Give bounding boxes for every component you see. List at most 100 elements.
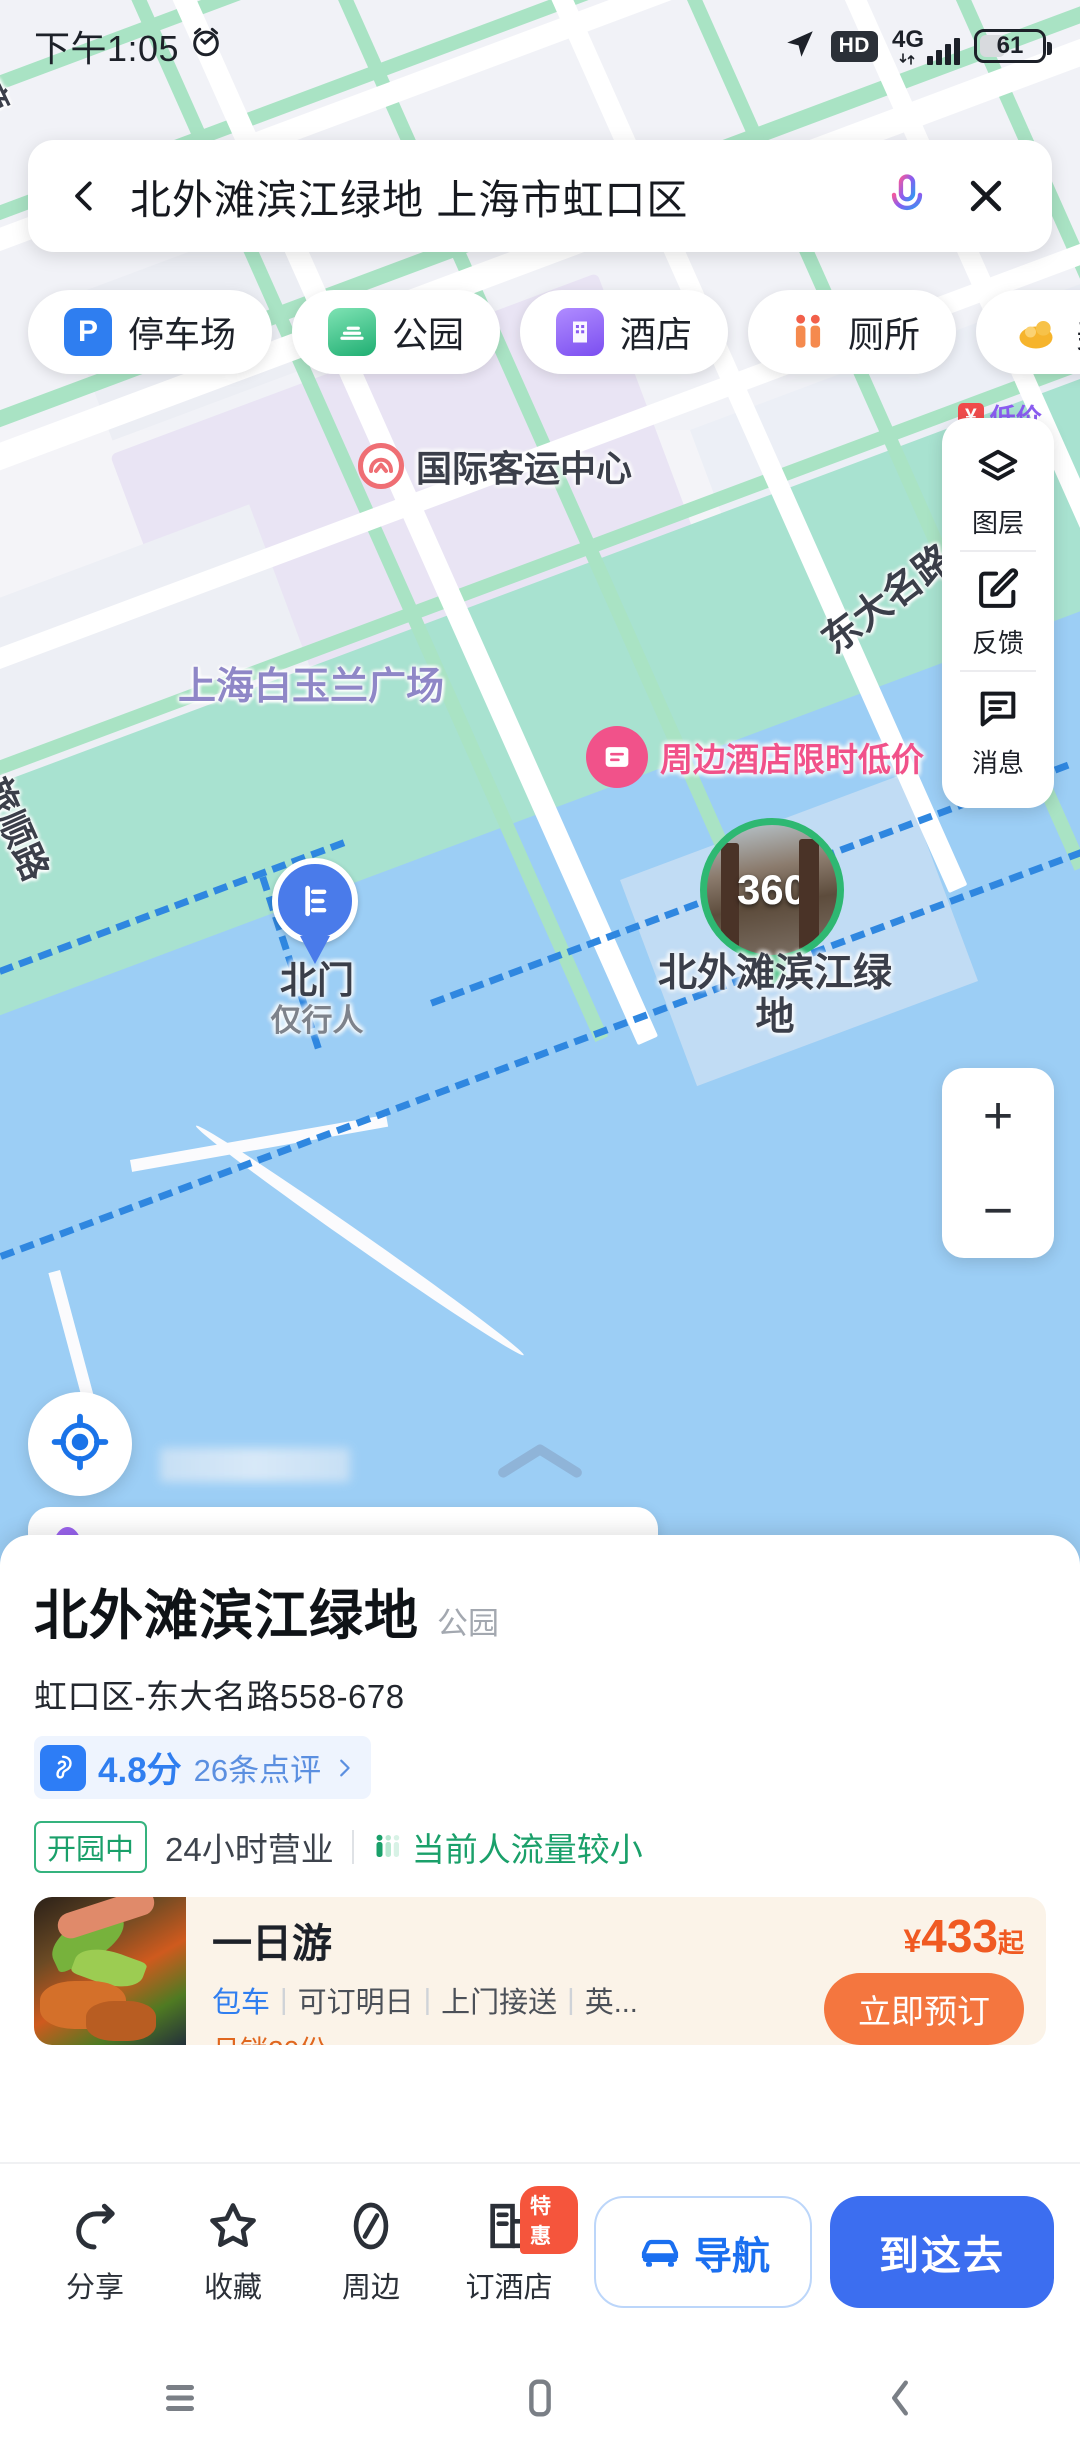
map-marker-hotel-promo[interactable]: 周边酒店限时低价 [586,726,924,788]
back-button[interactable] [62,177,108,215]
tour-tag: 上门接送 [441,1987,558,2019]
locate-icon [51,1413,109,1476]
chip-parking[interactable]: P 停车场 [28,290,273,374]
alarm-icon [189,25,223,68]
divider [351,1830,354,1864]
currency-symbol: ¥ [903,1923,922,1959]
close-icon[interactable] [954,174,1018,218]
map-label-main-place: 北外滩滨江绿地 [657,952,892,1039]
metro-icon [358,443,404,489]
home-icon[interactable] [517,2375,563,2426]
status-bar: 下午1:05 HD 4G 61 [0,0,1080,92]
hd-badge: HD [830,30,878,62]
map-label-building: 上海白玉兰广场 [178,666,445,708]
map-label-metro: 国际客运中心 [416,448,633,489]
car-icon [641,2239,679,2267]
status-time: 下午1:05 [34,28,180,69]
gate-note: 仅行人 [270,1002,364,1038]
action-label: 分享 [65,2272,124,2304]
message-icon [975,686,1021,737]
zoom-in-button[interactable]: + [983,1090,1013,1142]
chip-label: 酒店 [620,314,693,355]
tool-label: 反馈 [971,628,1024,658]
tour-tag: 可订明日 [297,1987,414,2019]
place-title-row: 北外滩滨江绿地 公园 [34,1571,1046,1650]
tour-product-card[interactable]: 一日游 包车| 可订明日| 上门接送| 英... 月销20份 ¥433起 立即预… [34,1897,1046,2045]
price-suffix: 起 [997,1928,1024,1958]
chevron-up-icon [498,1444,582,1478]
price-value: 433 [921,1910,998,1962]
locate-button[interactable] [28,1392,132,1496]
rating-row[interactable]: 4.8分 26条点评 [34,1736,372,1799]
layers-icon [975,446,1021,497]
tool-feedback[interactable]: 反馈 [942,552,1054,670]
tour-thumbnail [34,1897,186,2045]
chip-label: 停车场 [128,314,237,355]
status-badge: 开园中 [34,1821,148,1873]
network-indicator: 4G [891,25,960,65]
go-here-button[interactable]: 到这去 [830,2196,1054,2308]
tool-message[interactable]: 消息 [942,672,1054,790]
crowd-label: 当前人流量较小 [411,1831,643,1868]
map-marker-metro[interactable]: 国际客运中心 [358,440,632,492]
dianping-icon [40,1744,86,1791]
sheet-collapse-handle[interactable] [0,1438,1080,1484]
share-icon [76,2203,115,2250]
map-marker-north-gate[interactable] [272,858,358,964]
edit-feedback-icon [975,566,1021,617]
chip-park[interactable]: 公园 [292,290,501,374]
search-bar[interactable]: 北外滩滨江绿地 上海市虹口区 [28,140,1052,252]
microphone-icon[interactable] [878,167,936,225]
action-favorite[interactable]: 收藏 [164,2198,302,2306]
tool-layers[interactable]: 图层 [942,432,1054,550]
category-filter-chips[interactable]: P 停车场 公园 酒店 厕所 美食 [0,290,1080,374]
action-share[interactable]: 分享 [26,2198,164,2306]
opening-hours: 24小时营业 [165,1831,334,1868]
back-icon[interactable] [877,2375,923,2426]
battery-level: 61 [996,32,1024,59]
hours-row: 开园中 24小时营业 当前人流量较小 [34,1821,1046,1873]
action-bar[interactable]: 分享 收藏 周边 特惠 订酒店 导航 到这去 [0,2162,1080,2340]
park-icon [328,308,377,356]
action-label: 收藏 [203,2272,262,2304]
place-address: 虹口区-东大名路558-678 [34,1678,405,1715]
book-now-button[interactable]: 立即预订 [824,1973,1024,2045]
star-icon [210,2203,256,2247]
people-icon [376,1834,399,1857]
tour-tag: 英... [584,1987,638,2019]
street-view-360-label: 360 [736,866,808,913]
zoom-controls[interactable]: + − [942,1068,1054,1258]
status-left: 下午1:05 [34,20,223,72]
food-icon [1012,308,1060,356]
street-view-thumbnail: 360 [700,818,844,962]
place-category: 公园 [437,1606,499,1641]
recents-icon[interactable] [157,2375,203,2426]
chip-food[interactable]: 美食 [976,290,1080,374]
gate-icon [272,858,358,944]
chip-hotel[interactable]: 酒店 [520,290,729,374]
action-book-hotel[interactable]: 特惠 订酒店 [440,2186,578,2306]
search-input[interactable]: 北外滩滨江绿地 上海市虹口区 [130,166,878,226]
crowd-level: 当前人流量较小 [372,1823,643,1871]
tour-sales: 月销20份 [212,2029,746,2045]
chip-restroom[interactable]: 厕所 [748,290,957,374]
zoom-out-button[interactable]: − [983,1185,1013,1237]
page-title: 北外滩滨江绿地 [34,1586,419,1646]
network-type: 4G [891,25,924,53]
status-right: HD 4G 61 [783,25,1052,66]
gate-name: 北门 [280,960,354,1001]
hotel-icon [556,308,605,356]
android-navigation-bar[interactable] [0,2340,1080,2460]
parking-icon: P [64,308,112,356]
coupon-icon [586,726,648,788]
compass-icon [353,2202,389,2250]
tool-label: 图层 [971,508,1024,538]
map-tools-panel[interactable]: 图层 反馈 消息 [942,418,1054,808]
action-nearby[interactable]: 周边 [302,2198,440,2306]
navigate-button[interactable]: 导航 [594,2196,812,2308]
chevron-right-icon [340,1759,350,1776]
chip-label: 公园 [392,314,465,355]
review-count: 26条点评 [193,1753,322,1788]
signal-bars-icon [927,37,960,65]
tool-label: 消息 [971,748,1024,778]
